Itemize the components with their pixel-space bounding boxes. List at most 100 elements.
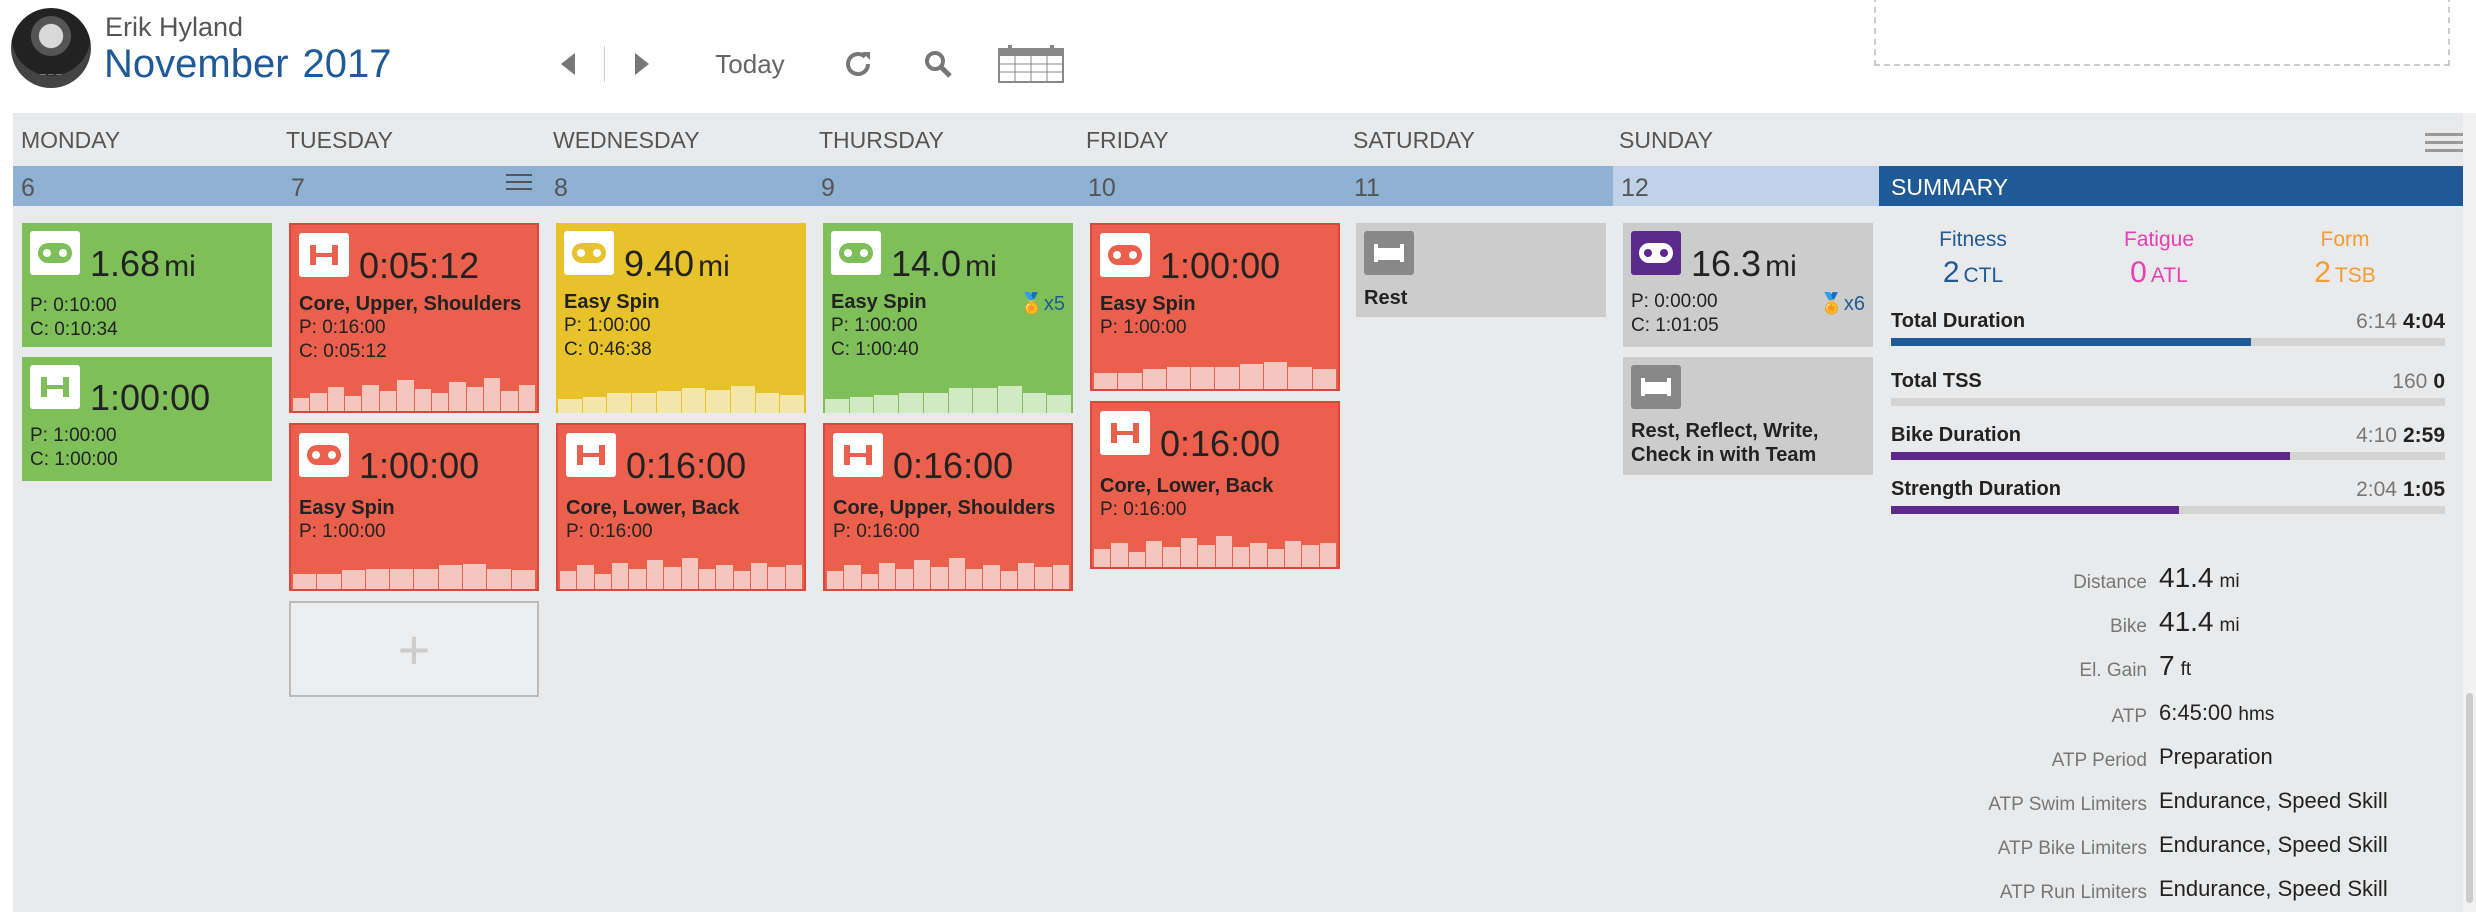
workout-title: Rest, Reflect, Write, Check in with Team <box>1631 420 1819 466</box>
workout-card-bike[interactable]: 1:00:00 Easy Spin P: 1:00:00 <box>1090 223 1340 391</box>
today-button[interactable]: Today <box>700 44 800 84</box>
stat-atp-period: ATP Period Preparation <box>2051 744 2273 771</box>
workout-title: Rest <box>1364 287 1408 309</box>
year-label: 2017 <box>302 42 392 86</box>
month-label: November <box>104 42 289 86</box>
planned-time: P: 1:00:00 <box>30 425 117 446</box>
workout-profile-graphic <box>1092 523 1338 567</box>
workout-duration: 1:00:00 <box>1160 245 1281 286</box>
strength-icon <box>30 365 80 409</box>
workout-distance: 1.68 mi <box>90 243 196 284</box>
medal-badge[interactable]: 🏅x5 <box>1019 291 1065 316</box>
month-title: November 2017 <box>104 42 392 87</box>
workout-profile-graphic <box>291 555 537 589</box>
workout-card-strength[interactable]: 0:16:00 Core, Lower, Back P: 0:16:00 <box>556 423 806 591</box>
bike-icon <box>1100 233 1150 277</box>
fitness-kpi: Fitness 2 CTL <box>1939 228 2007 289</box>
workout-profile-graphic <box>825 545 1071 589</box>
date-number: 12 <box>1621 174 1649 202</box>
workout-duration: 0:16:00 <box>626 445 747 486</box>
metric-total-duration: Total Duration 6:14 4:04 <box>1891 310 2445 346</box>
bike-icon <box>831 231 881 275</box>
day-header-sunday: SUNDAY <box>1619 127 1714 153</box>
day-menu-icon[interactable] <box>506 174 532 192</box>
stat-atp-bike-limiters: ATP Bike Limiters Endurance, Speed Skill <box>1997 832 2388 859</box>
date-number: 10 <box>1088 174 1116 202</box>
workout-title: Core, Lower, Back <box>566 497 740 519</box>
workout-title: Easy Spin <box>831 291 927 313</box>
completed-time: C: 0:10:34 <box>30 319 118 340</box>
refresh-button[interactable] <box>838 44 878 84</box>
day-header-friday: FRIDAY <box>1086 127 1169 153</box>
bike-icon <box>564 231 614 275</box>
medal-icon: 🏅 <box>1818 293 1844 315</box>
planned-time: P: 1:00:00 <box>564 315 651 336</box>
workout-duration: 0:16:00 <box>1160 423 1281 464</box>
stat-distance: Distance 41.4 mi <box>2073 562 2240 593</box>
workout-card-rest[interactable]: Rest, Reflect, Write, Check in with Team <box>1623 357 1873 475</box>
workout-card-bike[interactable]: 1:00:00 Easy Spin P: 1:00:00 <box>289 423 539 591</box>
form-kpi: Form 2 TSB <box>2314 228 2376 289</box>
medal-icon: 🏅 <box>1018 293 1044 315</box>
search-button[interactable] <box>918 44 958 84</box>
workout-card-strength[interactable]: 0:05:12 Core, Upper, Shoulders P: 0:16:0… <box>289 223 539 413</box>
workout-duration: 0:16:00 <box>893 445 1014 486</box>
workout-card-bike[interactable]: 14.0 mi Easy Spin 🏅x5 P: 1:00:00 C: 1:00:… <box>823 223 1073 413</box>
day-header-thursday: THURSDAY <box>819 127 944 153</box>
workout-profile-graphic <box>291 367 537 411</box>
user-name: Erik Hyland <box>105 12 244 42</box>
workout-duration: 1:00:00 <box>90 377 211 418</box>
nav-divider <box>604 46 605 82</box>
vertical-scrollbar[interactable] <box>2463 113 2476 912</box>
date-bar-current-day <box>1613 166 1879 206</box>
workout-duration: 0:05:12 <box>359 245 480 286</box>
workout-card-strength[interactable]: 1:00:00 P: 1:00:00 C: 1:00:00 <box>22 357 272 481</box>
workout-profile-graphic <box>1092 353 1338 389</box>
workout-card-bike[interactable]: 9.40 mi Easy Spin P: 1:00:00 C: 0:46:38 <box>556 223 806 413</box>
avatar-caption-graphic: — — — <box>40 72 62 78</box>
planned-time: P: 0:16:00 <box>833 521 920 542</box>
completed-time: C: 0:05:12 <box>299 341 387 362</box>
add-workout-button[interactable]: + <box>289 601 539 697</box>
drop-zone[interactable] <box>1874 0 2450 66</box>
day-header-wednesday: WEDNESDAY <box>553 127 700 153</box>
workout-title: Core, Upper, Shoulders <box>299 293 522 315</box>
strength-icon <box>299 233 349 277</box>
planned-time: P: 1:00:00 <box>1100 317 1187 338</box>
workout-card-bike[interactable]: 1.68 mi P: 0:10:00 C: 0:10:34 <box>22 223 272 347</box>
workout-card-strength[interactable]: 0:16:00 Core, Upper, Shoulders P: 0:16:0… <box>823 423 1073 591</box>
date-number: 7 <box>291 174 305 202</box>
workout-title: Core, Upper, Shoulders <box>833 497 1056 519</box>
search-icon <box>925 51 952 78</box>
calendar-week-view: MONDAY TUESDAY WEDNESDAY THURSDAY FRIDAY… <box>13 113 2463 912</box>
metric-total-tss: Total TSS 160 0 <box>1891 370 2445 406</box>
next-week-button[interactable] <box>622 44 662 84</box>
app-header: — — — Erik Hyland November 2017 Today <box>0 0 2476 113</box>
stat-atp-run-limiters: ATP Run Limiters Endurance, Speed Skill <box>1999 876 2388 903</box>
chevron-right-icon <box>635 53 649 75</box>
workout-card-bike[interactable]: 16.3 mi 🏅x6 P: 0:00:00 C: 1:01:05 <box>1623 223 1873 347</box>
completed-time: C: 1:00:40 <box>831 339 919 360</box>
scrollbar-thumb[interactable] <box>2466 693 2473 903</box>
workout-card-strength[interactable]: 0:16:00 Core, Lower, Back P: 0:16:00 <box>1090 401 1340 569</box>
workout-card-rest[interactable]: Rest <box>1356 223 1606 317</box>
metric-strength-duration: Strength Duration 2:04 1:05 <box>1891 478 2445 514</box>
medal-badge[interactable]: 🏅x6 <box>1819 291 1865 316</box>
bike-icon <box>1631 231 1681 275</box>
completed-time: C: 1:01:05 <box>1631 315 1719 336</box>
day-header-monday: MONDAY <box>21 127 121 153</box>
workout-profile-graphic <box>823 377 1073 413</box>
bike-icon <box>30 231 80 275</box>
planned-time: P: 1:00:00 <box>299 521 386 542</box>
calendar-icon <box>998 45 1064 83</box>
workout-title: Easy Spin <box>299 497 395 519</box>
date-number: 11 <box>1354 174 1380 202</box>
bike-icon <box>299 433 349 477</box>
workout-distance: 14.0 mi <box>891 243 997 284</box>
calendar-menu-icon[interactable] <box>2425 133 2463 157</box>
strength-icon <box>1100 411 1150 455</box>
previous-week-button[interactable] <box>548 44 588 84</box>
calendar-picker-button[interactable] <box>996 44 1066 84</box>
strength-icon <box>566 433 616 477</box>
avatar[interactable]: — — — <box>11 8 91 88</box>
